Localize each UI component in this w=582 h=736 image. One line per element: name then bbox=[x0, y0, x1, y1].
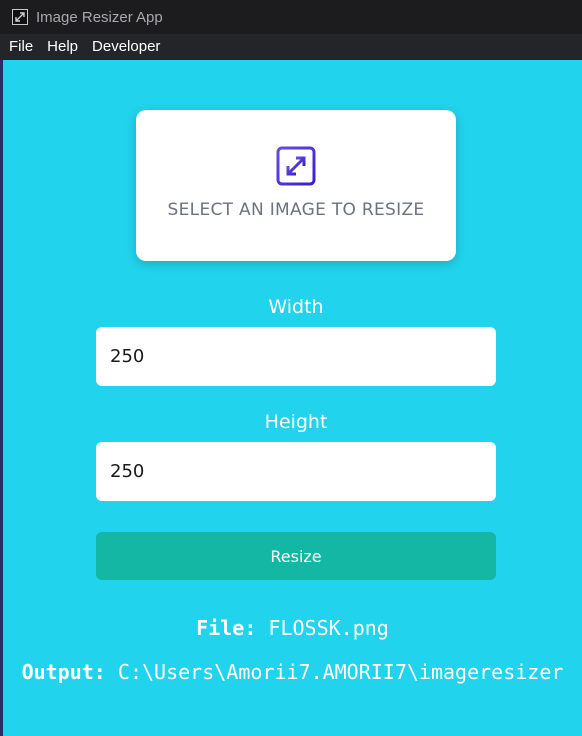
menu-help[interactable]: Help bbox=[40, 34, 85, 60]
height-label: Height bbox=[264, 411, 328, 433]
expand-arrows-icon bbox=[276, 146, 316, 186]
menu-bar: File Help Developer bbox=[0, 34, 582, 60]
file-info: File: FLOSSK.png bbox=[3, 616, 582, 640]
file-info-label: File: bbox=[196, 616, 257, 640]
output-path: C:\Users\Amorii7.AMORII7\imageresizer bbox=[117, 660, 564, 684]
main-content: SELECT AN IMAGE TO RESIZE Width Height R… bbox=[3, 60, 582, 736]
file-name: FLOSSK.png bbox=[268, 616, 389, 640]
title-bar: Image Resizer App bbox=[0, 0, 582, 34]
menu-developer[interactable]: Developer bbox=[85, 34, 167, 60]
width-input[interactable] bbox=[96, 327, 496, 386]
select-image-button[interactable]: SELECT AN IMAGE TO RESIZE bbox=[136, 110, 456, 261]
menu-file[interactable]: File bbox=[0, 34, 40, 60]
select-image-label: SELECT AN IMAGE TO RESIZE bbox=[167, 200, 425, 220]
window-title: Image Resizer App bbox=[36, 8, 163, 26]
output-info: Output: C:\Users\Amorii7.AMORII7\imagere… bbox=[3, 660, 582, 684]
output-info-label: Output: bbox=[21, 660, 106, 684]
resize-button[interactable]: Resize bbox=[96, 532, 496, 580]
height-input[interactable] bbox=[96, 442, 496, 501]
app-icon bbox=[12, 9, 28, 25]
width-label: Width bbox=[268, 296, 324, 318]
